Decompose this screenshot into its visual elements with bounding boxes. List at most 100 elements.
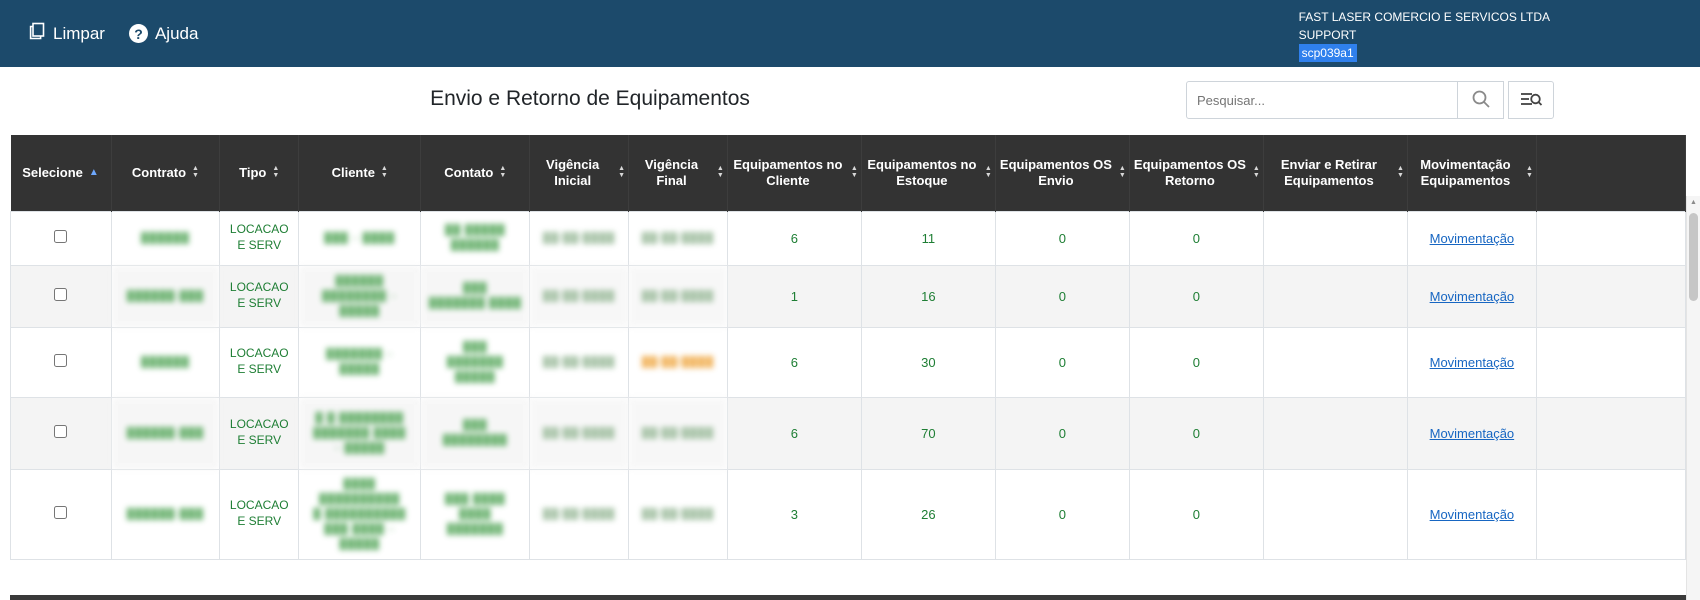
equip-estoque-cell: 70 xyxy=(860,396,996,470)
account-info: FAST LASER COMERCIO E SERVICOS LTDA SUPP… xyxy=(1298,0,1550,67)
contato-cell: ███ ███████ ████ xyxy=(420,264,531,328)
tipo-cell: LOCACAO E SERV xyxy=(219,396,300,470)
movimentacao-link[interactable]: Movimentação xyxy=(1430,426,1515,441)
vigencia-final-cell: ██/██/████ xyxy=(628,468,728,560)
enviar-retirar-cell xyxy=(1262,396,1408,470)
equip-cliente-cell: 3 xyxy=(726,468,862,560)
os-envio-cell: 0 xyxy=(994,326,1130,398)
vigencia-inicial-cell: ██/██/████ xyxy=(529,210,630,266)
equip-cliente-cell: 6 xyxy=(726,210,862,266)
movimentacao-link[interactable]: Movimentação xyxy=(1430,507,1515,522)
tipo-cell: LOCACAO E SERV xyxy=(219,210,300,266)
column-header-equip-estoque[interactable]: Equipamentos no Estoque ▲ ▼ xyxy=(861,135,996,211)
equip-estoque-cell: 30 xyxy=(860,326,996,398)
page-title: Envio e Retorno de Equipamentos xyxy=(430,87,750,110)
copy-page-icon xyxy=(28,22,46,45)
spacer-cell xyxy=(1535,264,1687,328)
enviar-retirar-cell xyxy=(1262,264,1408,328)
sort-arrows-icon: ▲ ▼ xyxy=(1396,165,1404,179)
table-body: ██████ LOCACAO E SERV ███ – ████ ██ ████… xyxy=(10,210,1687,560)
equip-estoque-cell: 11 xyxy=(860,210,996,266)
column-header-vigencia-final[interactable]: Vigência Final ▲ ▼ xyxy=(628,135,728,211)
column-header-selecione[interactable]: Selecione ▲ xyxy=(10,135,112,211)
table-row: ██████-███ LOCACAO E SERV ██████ ███████… xyxy=(10,264,1687,328)
vigencia-inicial-cell: ██/██/████ xyxy=(529,396,630,470)
spacer-cell xyxy=(1535,396,1687,470)
contrato-cell: ██████-███ xyxy=(110,396,221,470)
vertical-scrollbar[interactable]: ▲ xyxy=(1686,196,1700,600)
vigencia-final-cell: ██/██/████ xyxy=(628,264,728,328)
row-select-checkbox[interactable] xyxy=(54,288,68,301)
column-header-cliente[interactable]: Cliente ▲ ▼ xyxy=(298,135,422,211)
contrato-cell: ██████-███ xyxy=(110,468,221,560)
sort-arrows-icon: ▲ ▼ xyxy=(984,165,992,179)
enviar-retirar-cell xyxy=(1262,468,1408,560)
os-retorno-cell: 0 xyxy=(1128,264,1264,328)
equip-estoque-cell: 16 xyxy=(860,264,996,328)
column-header-equip-cliente[interactable]: Equipamentos no Cliente ▲ ▼ xyxy=(727,135,862,211)
column-header-contrato[interactable]: Contrato ▲ ▼ xyxy=(111,135,221,211)
cliente-cell: ███ – ████ xyxy=(298,210,422,266)
vigencia-inicial-cell: ██/██/████ xyxy=(529,468,630,560)
contrato-cell: ██████-███ xyxy=(110,264,221,328)
equipment-table: Selecione ▲ Contrato ▲ ▼ Tipo ▲ ▼ Cliente ▲ ▼ C… xyxy=(10,135,1687,560)
table-header: Selecione ▲ Contrato ▲ ▼ Tipo ▲ ▼ Cliente ▲ ▼ C… xyxy=(10,135,1687,211)
spacer-cell xyxy=(1535,326,1687,398)
sort-arrows-icon: ▲ ▼ xyxy=(1252,165,1260,179)
search-group xyxy=(1186,81,1554,119)
vigencia-final-cell: ██/██/████ xyxy=(628,210,728,266)
column-header-tipo[interactable]: Tipo ▲ ▼ xyxy=(219,135,300,211)
ajuda-button[interactable]: ? Ajuda xyxy=(128,24,198,44)
equip-cliente-cell: 6 xyxy=(726,326,862,398)
search-input[interactable] xyxy=(1186,81,1458,119)
select-cell xyxy=(10,326,112,398)
movimentacao-cell: Movimentação xyxy=(1406,210,1537,266)
magnifier-icon xyxy=(1470,88,1492,113)
os-envio-cell: 0 xyxy=(994,264,1130,328)
vigencia-inicial-cell: ██/██/████ xyxy=(529,264,630,328)
user-role: SUPPORT xyxy=(1298,28,1357,42)
vigencia-final-cell: ██/██/████ xyxy=(628,396,728,470)
column-header-enviar-retirar[interactable]: Enviar e Retirar Equipamentos ▲ ▼ xyxy=(1263,135,1408,211)
row-select-checkbox[interactable] xyxy=(54,354,68,367)
column-header-movimentacao[interactable]: Movimentação Equipamentos ▲ ▼ xyxy=(1407,135,1537,211)
limpar-button[interactable]: Limpar xyxy=(28,22,105,45)
table-row: ██████ LOCACAO E SERV ███ – ████ ██ ████… xyxy=(10,210,1687,266)
topbar: Limpar ? Ajuda FAST LASER COMERCIO E SER… xyxy=(0,0,1700,67)
column-header-contato[interactable]: Contato ▲ ▼ xyxy=(420,135,531,211)
sort-arrows-icon: ▲ ▼ xyxy=(618,165,626,179)
sort-arrows-icon: ▲ ▼ xyxy=(380,165,388,179)
select-cell xyxy=(10,210,112,266)
movimentacao-link[interactable]: Movimentação xyxy=(1430,231,1515,246)
column-header-os-envio[interactable]: Equipamentos OS Envio ▲ ▼ xyxy=(995,135,1130,211)
movimentacao-link[interactable]: Movimentação xyxy=(1430,355,1515,370)
limpar-label: Limpar xyxy=(53,23,105,43)
arrow-up-icon[interactable]: ▲ xyxy=(1687,196,1700,210)
sort-arrows-icon: ▲ ▼ xyxy=(1525,165,1533,179)
advanced-search-button[interactable] xyxy=(1508,81,1554,119)
cliente-cell: ███████ – █████ xyxy=(298,326,422,398)
column-header-os-retorno[interactable]: Equipamentos OS Retorno ▲ ▼ xyxy=(1129,135,1264,211)
equip-estoque-cell: 26 xyxy=(860,468,996,560)
movimentacao-cell: Movimentação xyxy=(1406,264,1537,328)
row-select-checkbox[interactable] xyxy=(54,425,68,438)
search-button[interactable] xyxy=(1458,81,1504,119)
scrollbar-thumb[interactable] xyxy=(1689,213,1698,301)
row-select-checkbox[interactable] xyxy=(54,506,68,519)
contato-cell: ███ ████████ xyxy=(420,396,531,470)
column-header-vigencia-inicial[interactable]: Vigência Inicial ▲ ▼ xyxy=(529,135,630,211)
spacer-cell xyxy=(1535,210,1687,266)
tipo-cell: LOCACAO E SERV xyxy=(219,326,300,398)
company-name: FAST LASER COMERCIO E SERVICOS LTDA xyxy=(1298,10,1550,24)
vigencia-final-cell-alert: ██/██/████ xyxy=(628,326,728,398)
table-row: ██████-███ LOCACAO E SERV █ █ ████████ █… xyxy=(10,396,1687,470)
sort-arrows-icon: ▲ ▼ xyxy=(272,165,280,179)
movimentacao-link[interactable]: Movimentação xyxy=(1430,289,1515,304)
contrato-cell: ██████ xyxy=(110,210,221,266)
sort-arrows-icon: ▲ ▼ xyxy=(716,165,724,179)
select-cell xyxy=(10,264,112,328)
cliente-cell: ████ ██████████ █ ██████████ ███ ████ – … xyxy=(298,468,422,560)
row-select-checkbox[interactable] xyxy=(54,230,68,243)
os-retorno-cell: 0 xyxy=(1128,468,1264,560)
table-row: ██████-███ LOCACAO E SERV ████ █████████… xyxy=(10,468,1687,560)
